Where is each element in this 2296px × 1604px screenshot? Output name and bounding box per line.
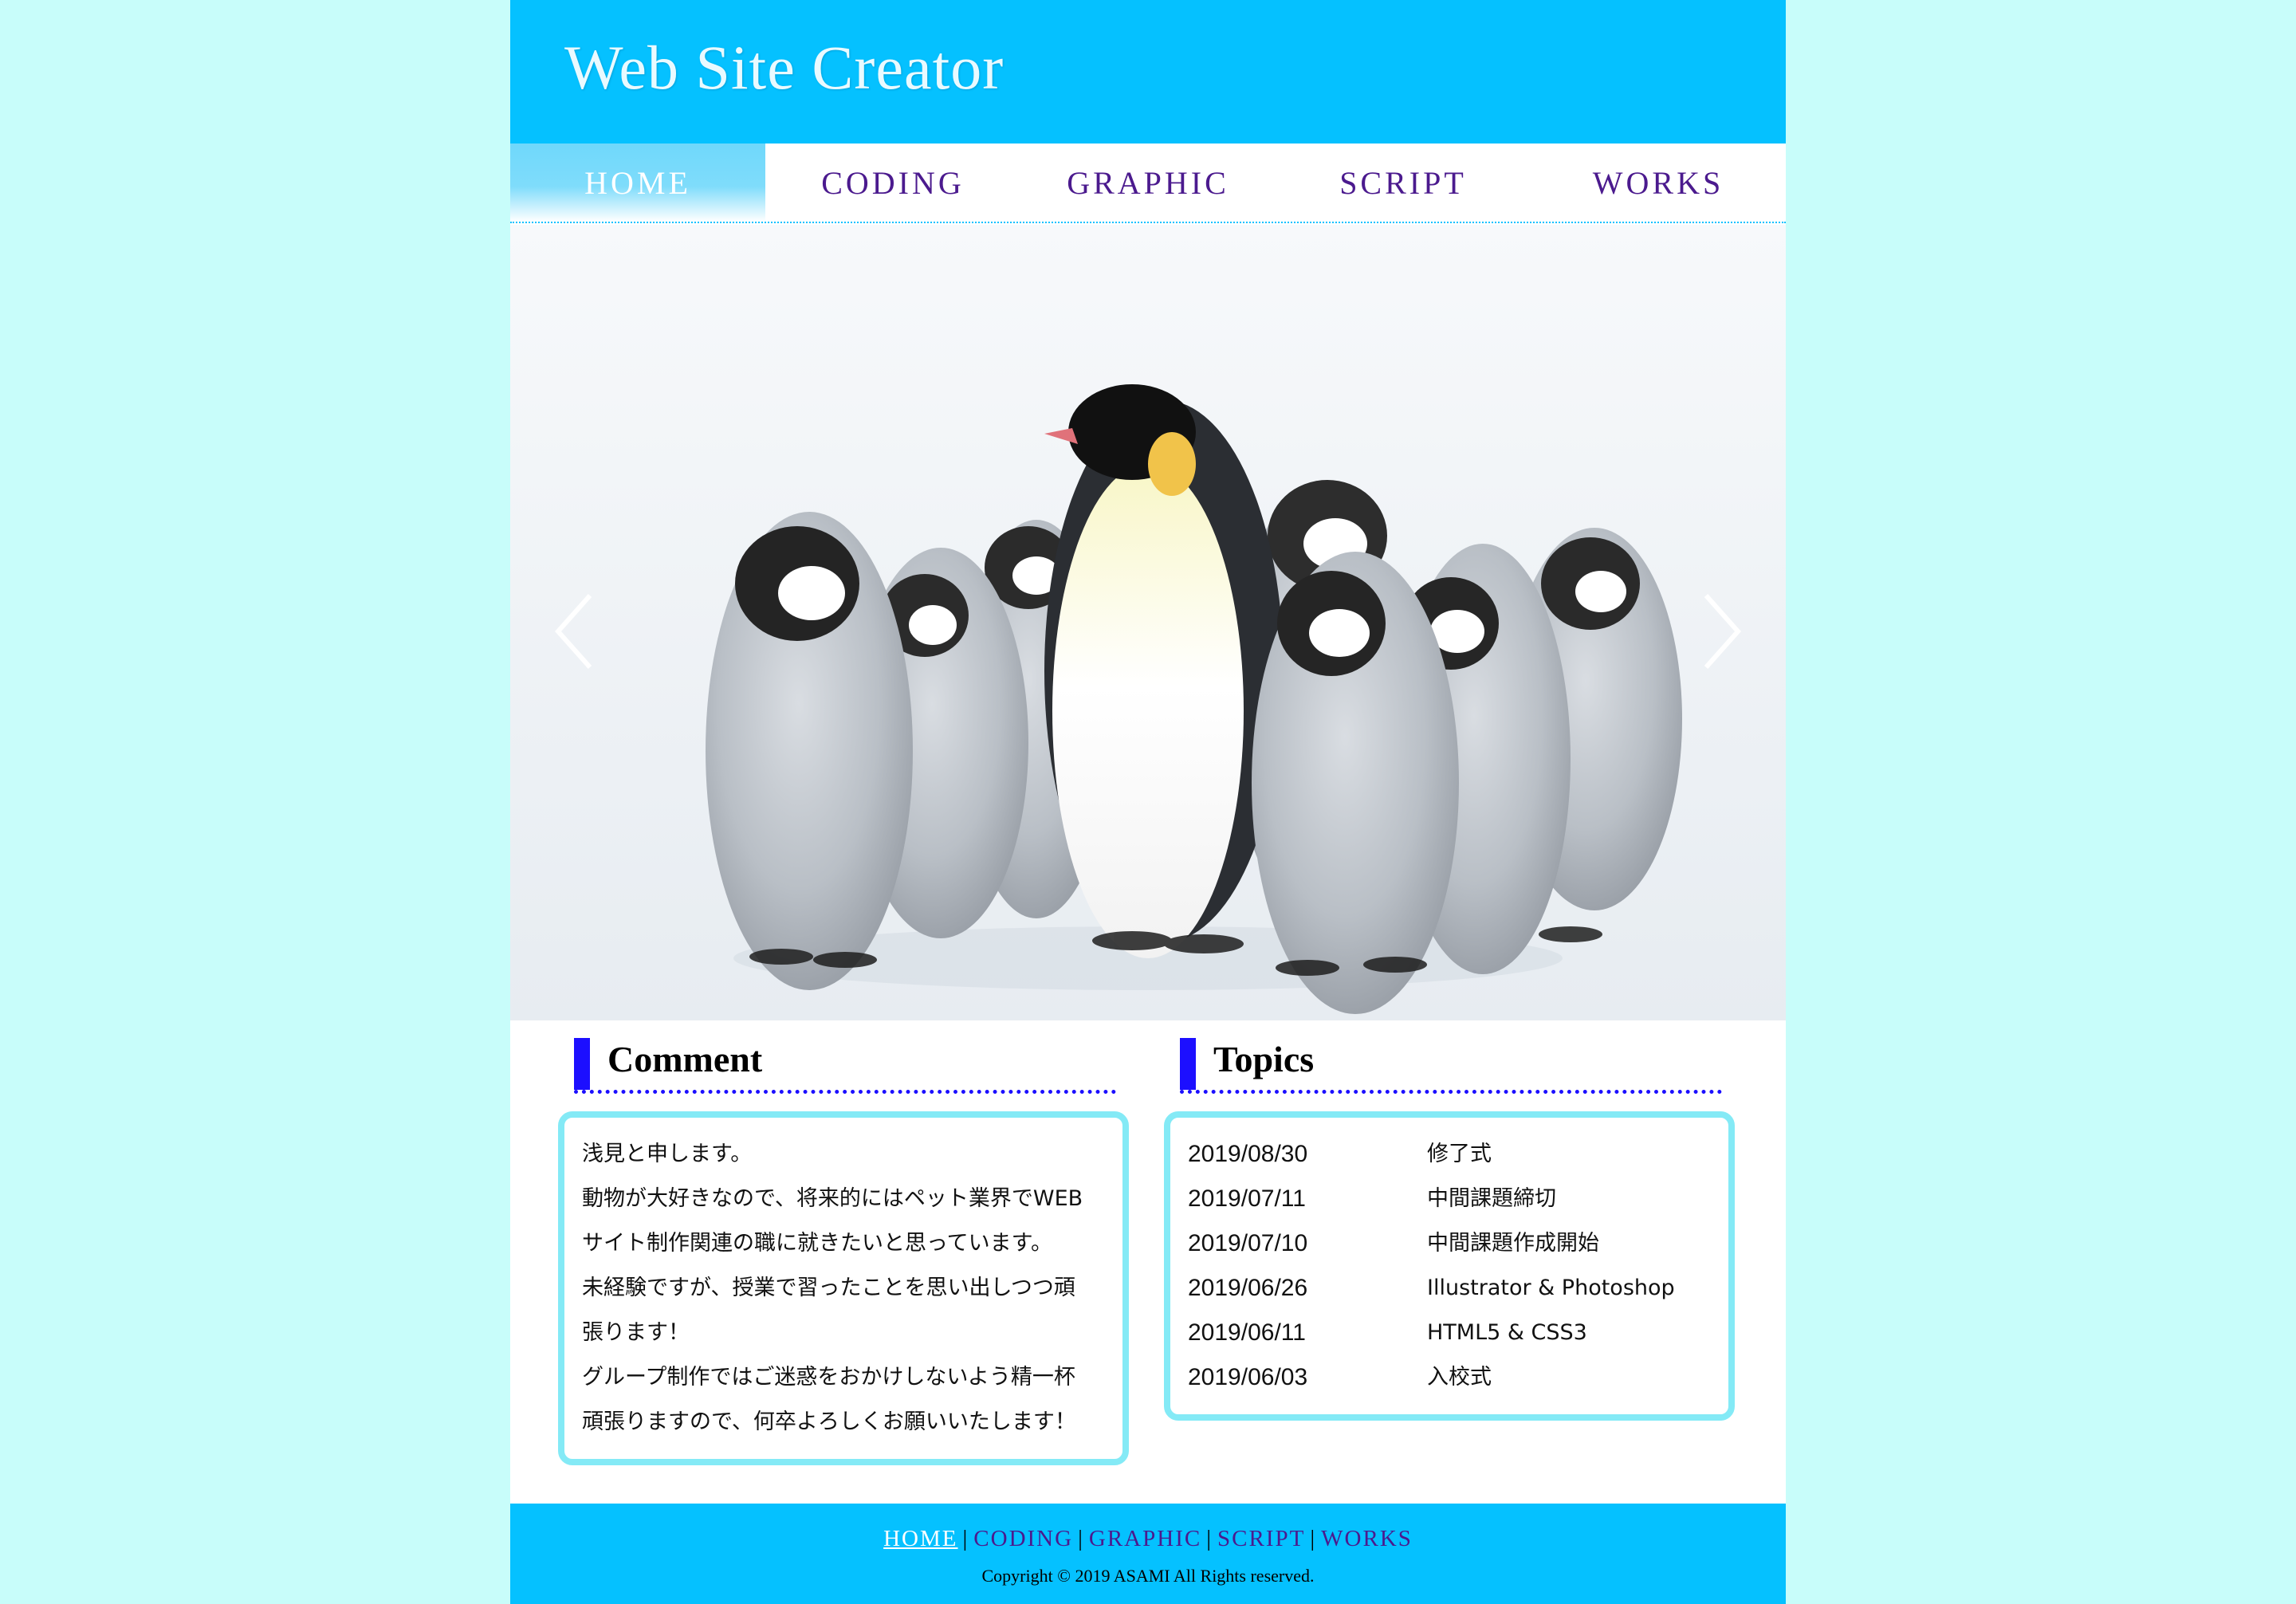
topic-date: 2019/07/10 bbox=[1188, 1230, 1308, 1256]
footer-separator: | bbox=[1310, 1526, 1317, 1551]
comment-box: 浅見と申します。 動物が大好きなので、将来的にはペット業界でWEB サイト制作関… bbox=[558, 1111, 1129, 1465]
topic-row: 2019/06/11 HTML5 & CSS3 bbox=[1188, 1311, 1711, 1355]
footer-nav: HOME | CODING | GRAPHIC | SCRIPT | WORKS bbox=[510, 1526, 1786, 1552]
topic-date: 2019/06/11 bbox=[1188, 1319, 1306, 1346]
comment-line: 頑張りますので、何卒よろしくお願いいたします！ bbox=[582, 1409, 1076, 1434]
nav-item-works[interactable]: WORKS bbox=[1531, 143, 1786, 222]
topic-title: 修了式 bbox=[1427, 1142, 1492, 1166]
nav-item-graphic[interactable]: GRAPHIC bbox=[1020, 143, 1276, 222]
nav-item-home[interactable]: HOME bbox=[510, 143, 765, 222]
slideshow-next-button[interactable] bbox=[1690, 584, 1754, 679]
comment-heading-text: Comment bbox=[607, 1039, 763, 1079]
chevron-left-icon bbox=[554, 594, 592, 669]
footer-link-script[interactable]: SCRIPT bbox=[1217, 1526, 1305, 1551]
nav-item-script[interactable]: SCRIPT bbox=[1276, 143, 1531, 222]
topic-title: Illustrator & Photoshop bbox=[1427, 1276, 1675, 1300]
site-footer: HOME | CODING | GRAPHIC | SCRIPT | WORKS Copyrig… bbox=[510, 1504, 1786, 1604]
copyright-text: Copyright © 2019 ASAMI All Rights reserv… bbox=[981, 1566, 1315, 1586]
topics-box: 2019/08/30 修了式 2019/07/11 中間課題締切 2019/07… bbox=[1164, 1111, 1735, 1421]
topic-date: 2019/06/03 bbox=[1188, 1364, 1308, 1390]
penguin-chick bbox=[1252, 552, 1459, 1014]
main-nav: HOME CODING GRAPHIC SCRIPT WORKS bbox=[510, 143, 1786, 223]
topic-date: 2019/06/26 bbox=[1188, 1275, 1308, 1301]
footer-link-coding[interactable]: CODING bbox=[973, 1526, 1073, 1551]
footer-link-graphic[interactable]: GRAPHIC bbox=[1089, 1526, 1201, 1551]
topic-row: 2019/08/30 修了式 bbox=[1188, 1132, 1711, 1177]
slideshow-prev-button[interactable] bbox=[542, 584, 606, 679]
comment-line: 未経験ですが、授業で習ったことを思い出しつつ頑 bbox=[582, 1276, 1075, 1300]
penguins-photo bbox=[510, 225, 1786, 1020]
comment-heading: Comment bbox=[574, 1036, 1116, 1094]
topic-title: HTML5 & CSS3 bbox=[1427, 1320, 1587, 1345]
footer-link-home[interactable]: HOME bbox=[883, 1526, 957, 1551]
comment-line: 動物が大好きなので、将来的にはペット業界でWEB bbox=[582, 1186, 1083, 1211]
footer-link-works[interactable]: WORKS bbox=[1321, 1526, 1413, 1551]
hero-slideshow bbox=[510, 225, 1786, 1020]
topic-title: 中間課題作成開始 bbox=[1427, 1231, 1599, 1256]
heading-accent-bar bbox=[574, 1038, 590, 1090]
topic-date: 2019/07/11 bbox=[1188, 1185, 1306, 1212]
chevron-right-icon bbox=[1704, 594, 1742, 669]
footer-separator: | bbox=[1078, 1526, 1084, 1551]
topics-heading: Topics bbox=[1180, 1036, 1722, 1094]
page-container: Web Site Creator HOME CODING GRAPHIC SCR… bbox=[510, 0, 1786, 1604]
site-title[interactable]: Web Site Creator bbox=[564, 37, 1004, 99]
topic-date: 2019/08/30 bbox=[1188, 1141, 1308, 1167]
topic-row: 2019/07/11 中間課題締切 bbox=[1188, 1177, 1711, 1221]
topic-row: 2019/06/26 Illustrator & Photoshop bbox=[1188, 1266, 1711, 1311]
comment-line: グループ制作ではご迷惑をおかけしないよう精一杯 bbox=[582, 1365, 1075, 1390]
comment-section: Comment 浅見と申します。 動物が大好きなので、将来的にはペット業界でWE… bbox=[558, 1036, 1132, 1465]
footer-separator: | bbox=[962, 1526, 969, 1551]
topics-heading-text: Topics bbox=[1213, 1039, 1315, 1079]
topic-row: 2019/06/03 入校式 bbox=[1188, 1355, 1711, 1400]
heading-accent-bar bbox=[1180, 1038, 1196, 1090]
comment-line: 張ります！ bbox=[582, 1320, 690, 1345]
topics-section: Topics 2019/08/30 修了式 2019/07/11 中間課題締切 … bbox=[1164, 1036, 1738, 1421]
nav-item-coding[interactable]: CODING bbox=[765, 143, 1020, 222]
comment-line: サイト制作関連の職に就きたいと思っています。 bbox=[582, 1231, 1052, 1256]
site-header: Web Site Creator bbox=[510, 0, 1786, 143]
footer-separator: | bbox=[1206, 1526, 1213, 1551]
comment-line: 浅見と申します。 bbox=[582, 1142, 753, 1166]
topic-title: 入校式 bbox=[1427, 1365, 1492, 1390]
topic-row: 2019/07/10 中間課題作成開始 bbox=[1188, 1221, 1711, 1266]
penguin-chick bbox=[706, 512, 913, 990]
topic-title: 中間課題締切 bbox=[1427, 1186, 1556, 1211]
